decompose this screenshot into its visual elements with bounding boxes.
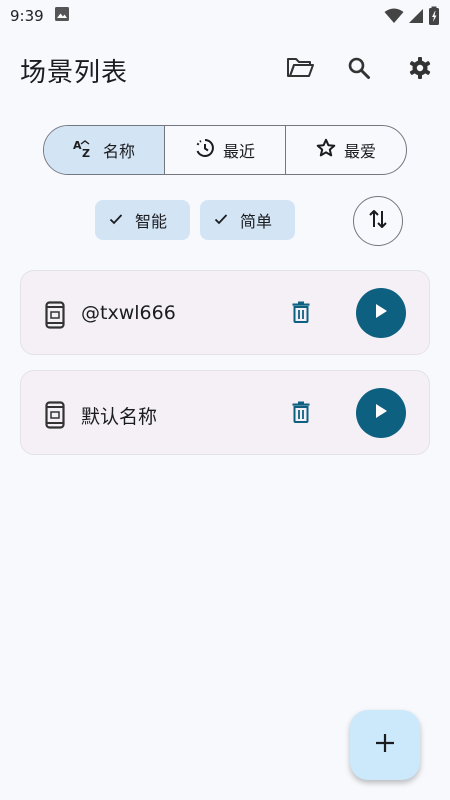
scene-card[interactable]: @txwl666 — [20, 270, 430, 355]
svg-text:Z: Z — [82, 147, 90, 158]
filter-chip-smart[interactable]: 智能 — [95, 200, 190, 240]
folder-open-button[interactable] — [284, 54, 316, 86]
battery-icon — [428, 6, 440, 30]
filter-chip-simple-label: 简单 — [240, 212, 273, 231]
sort-by-favorite-segment[interactable]: 最爱 — [286, 126, 406, 174]
play-icon — [374, 303, 388, 323]
scene-name: 默认名称 — [81, 406, 158, 428]
recent-clock-icon — [195, 138, 215, 162]
image-notification-icon — [54, 6, 70, 26]
scene-name: @txwl666 — [81, 302, 176, 324]
sort-by-recent-label: 最近 — [222, 142, 255, 161]
svg-text:A: A — [73, 139, 82, 152]
sort-by-name-segment[interactable]: A Z 名称 — [44, 126, 165, 174]
folder-open-icon — [286, 56, 314, 84]
wifi-icon — [384, 8, 404, 28]
sort-by-favorite-label: 最爱 — [343, 142, 376, 161]
plus-icon — [374, 732, 396, 758]
settings-button[interactable] — [404, 54, 436, 86]
status-time: 9:39 — [10, 7, 44, 25]
cell-signal-icon — [408, 8, 424, 28]
page-title: 场景列表 — [20, 58, 129, 88]
star-outline-icon — [316, 138, 336, 162]
add-scene-fab[interactable] — [350, 710, 420, 780]
play-icon — [374, 403, 388, 423]
sort-by-name-label: 名称 — [102, 142, 135, 161]
app-bar: 场景列表 — [0, 40, 450, 104]
play-button[interactable] — [356, 288, 406, 338]
play-button[interactable] — [356, 388, 406, 438]
settings-icon — [408, 56, 432, 84]
status-bar: 9:39 — [0, 0, 450, 32]
search-button[interactable] — [343, 54, 375, 86]
swap-vertical-icon — [368, 208, 388, 234]
search-icon — [347, 56, 371, 84]
phone-device-icon — [45, 301, 65, 333]
phone-device-icon — [45, 401, 65, 433]
trash-icon — [292, 301, 310, 327]
delete-button[interactable] — [289, 401, 313, 427]
sort-direction-button[interactable] — [353, 196, 403, 246]
trash-icon — [292, 401, 310, 427]
check-icon — [214, 211, 228, 230]
filter-chip-simple[interactable]: 简单 — [200, 200, 295, 240]
sort-segmented-control: A Z 名称 最近 最爱 — [43, 125, 407, 175]
delete-button[interactable] — [289, 301, 313, 327]
filter-chip-smart-label: 智能 — [135, 212, 168, 231]
check-icon — [109, 211, 123, 230]
scene-card[interactable]: 默认名称 — [20, 370, 430, 455]
sort-by-recent-segment[interactable]: 最近 — [165, 126, 286, 174]
sort-az-icon: A Z — [73, 138, 95, 162]
